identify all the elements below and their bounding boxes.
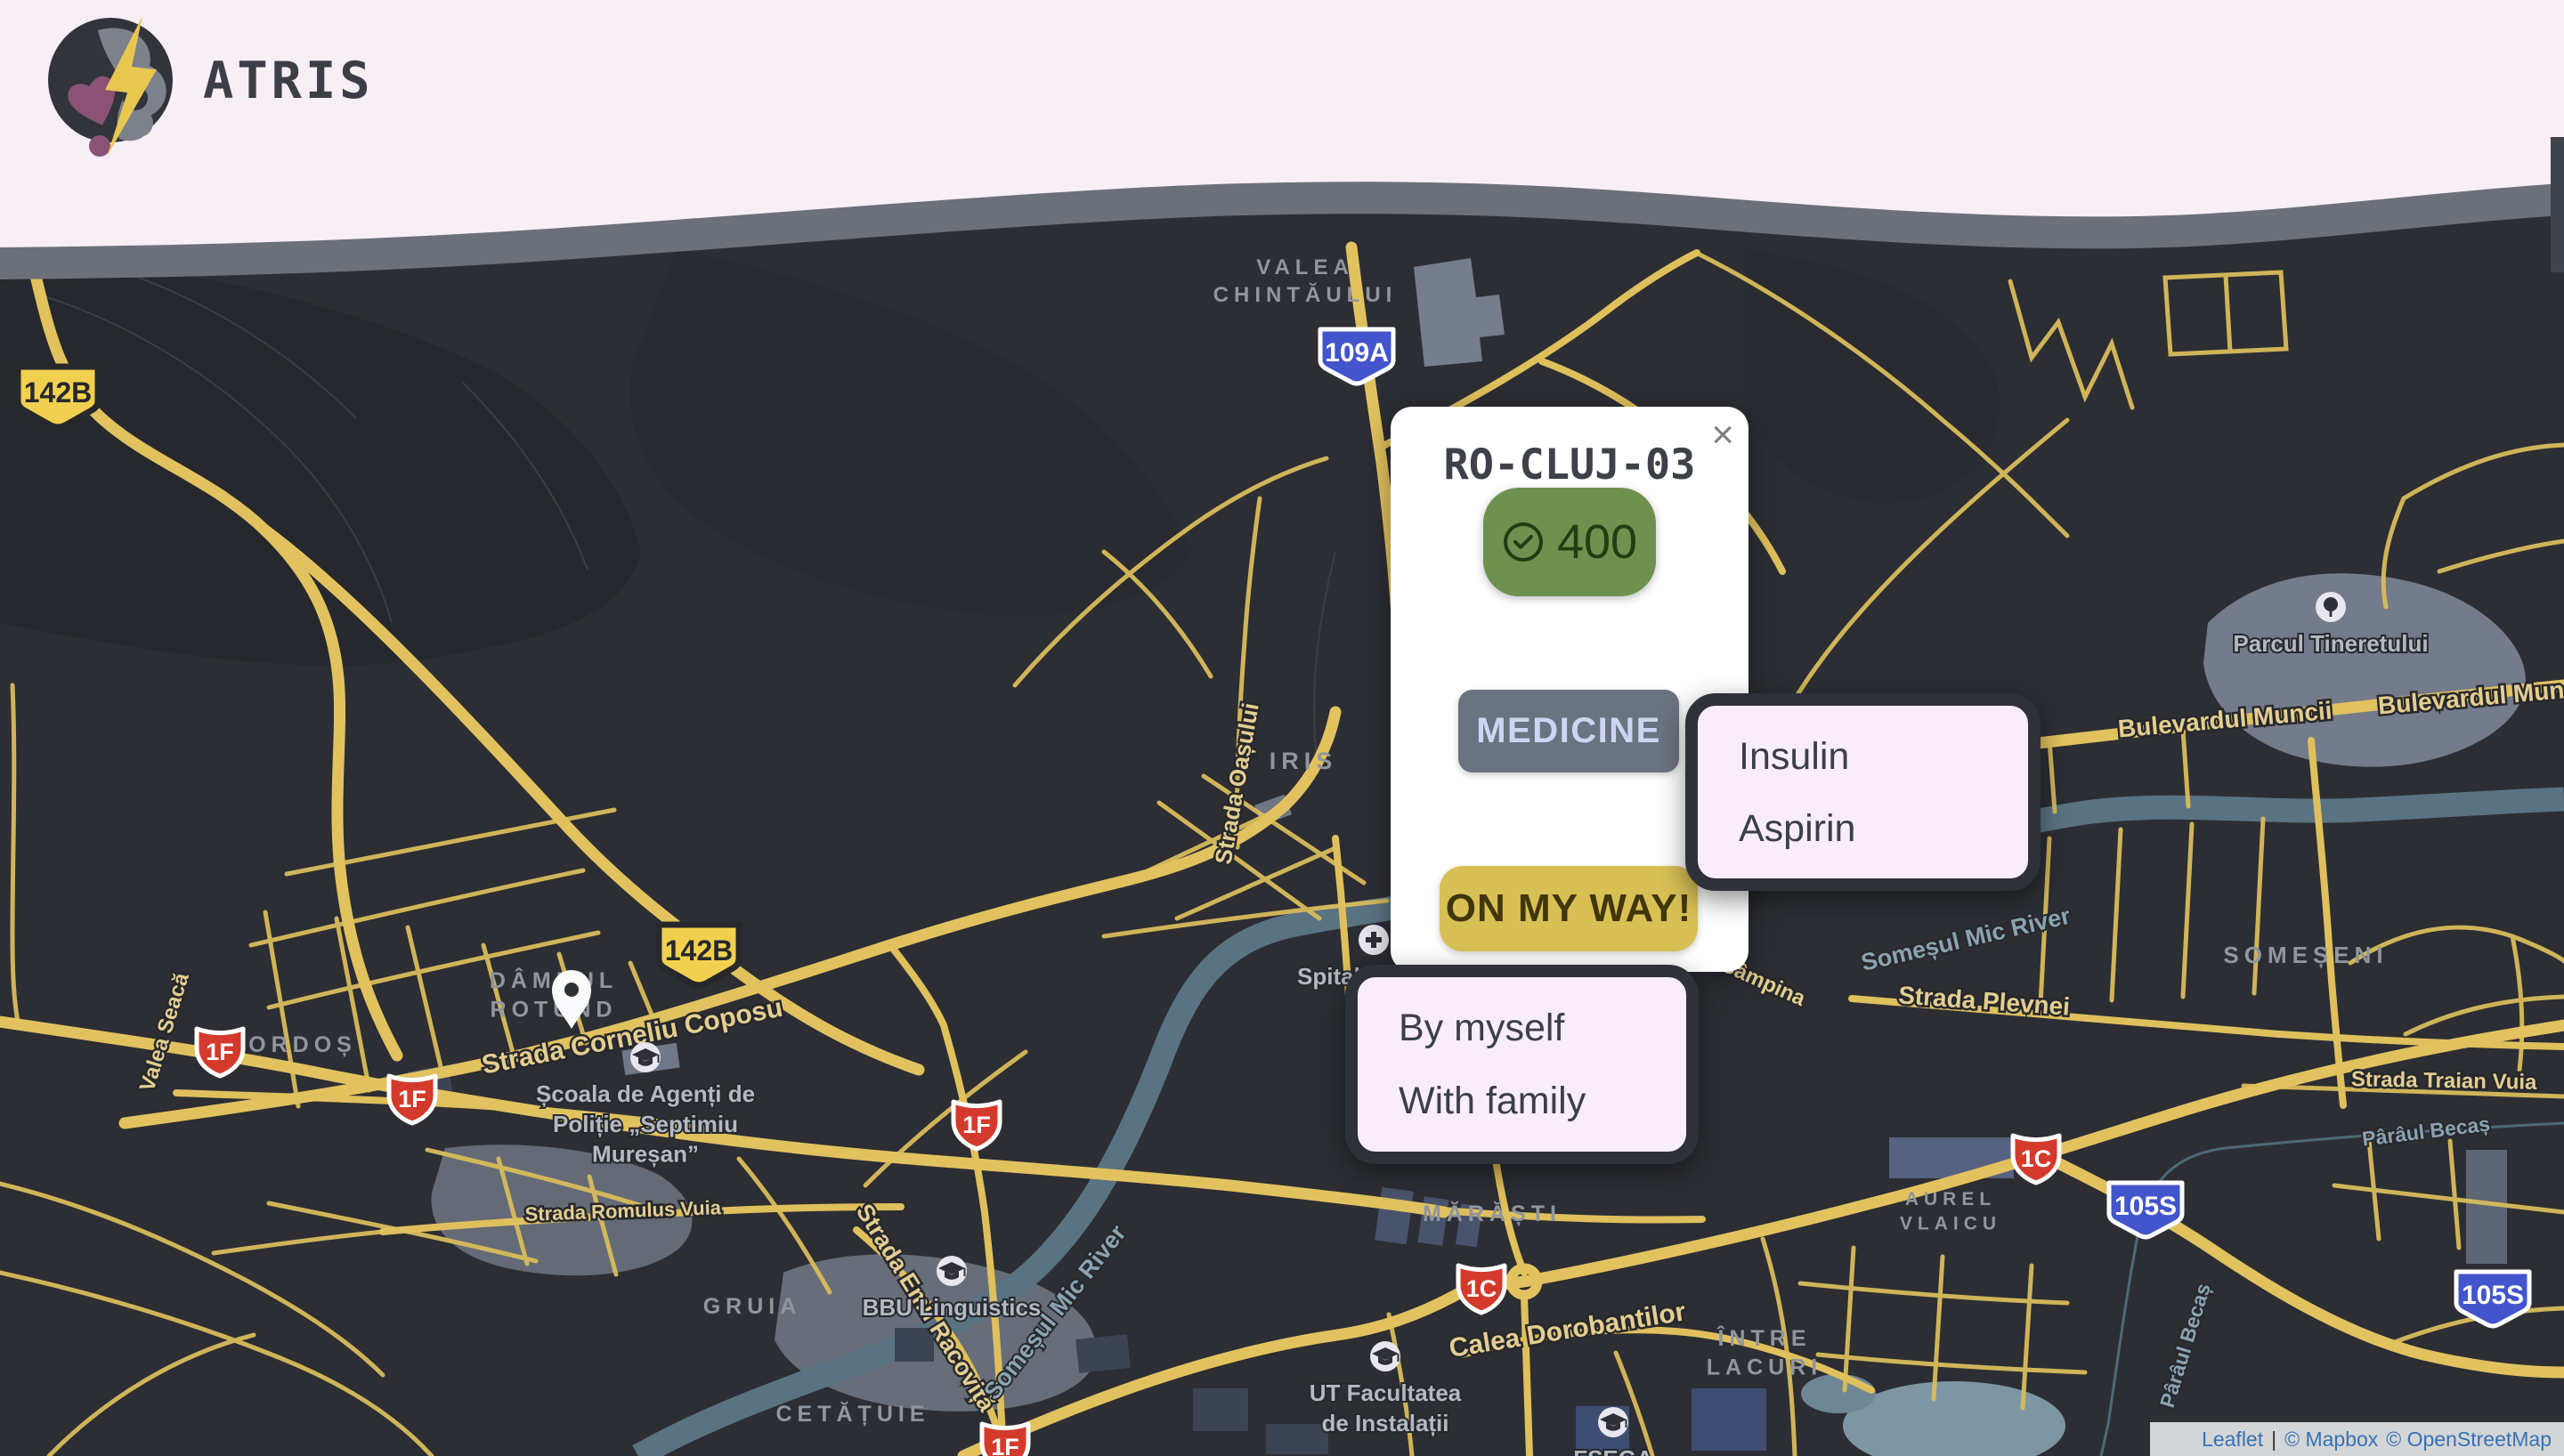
svg-text:105S: 105S [2462, 1281, 2524, 1310]
station-popup: × RO-CLUJ-03 400 MEDICINE ON MY WAY! [1391, 407, 1749, 972]
map-attribution: Leaflet | © Mapbox © OpenStreetMap [2150, 1422, 2564, 1456]
poi-label: BBU Linguistics [863, 1294, 1042, 1321]
svg-text:142B: 142B [24, 376, 93, 408]
leaflet-link[interactable]: Leaflet [2202, 1428, 2263, 1452]
mapbox-link[interactable]: © Mapbox [2284, 1428, 2378, 1452]
district-label: IRIS [1270, 748, 1338, 774]
poi-graduation-cap-icon[interactable] [630, 1042, 661, 1072]
svg-text:1C: 1C [1466, 1275, 1497, 1302]
scrollbar-thumb[interactable] [2551, 137, 2564, 272]
medicine-menu: Insulin Aspirin [1685, 693, 2041, 891]
svg-text:109A: 109A [1325, 338, 1389, 368]
capacity-badge[interactable]: 400 [1483, 488, 1656, 596]
check-circle-icon [1502, 521, 1545, 563]
svg-text:1F: 1F [962, 1112, 991, 1138]
district-label: GRUIA [703, 1294, 802, 1319]
station-title: RO-CLUJ-03 [1391, 441, 1749, 489]
district-label: SOMEȘENI [2223, 942, 2388, 968]
on-my-way-button[interactable]: ON MY WAY! [1440, 866, 1698, 951]
poi-label: Parcul Tineretului [2233, 630, 2428, 657]
street-label: Strada Traian Vuia [2351, 1067, 2538, 1095]
district-label: CORDOȘ [227, 1032, 357, 1057]
menu-item-insulin[interactable]: Insulin [1698, 728, 2028, 785]
poi-park-icon[interactable] [2316, 592, 2346, 622]
capacity-value: 400 [1557, 514, 1637, 570]
menu-item-by-myself[interactable]: By myself [1358, 999, 1686, 1056]
district-label: MĂRĂȘTI [1423, 1201, 1562, 1226]
map-canvas[interactable]: VALEACHINTĂULUIDÂMBULROTUNDIRISCORDOȘGRU… [0, 0, 2564, 1456]
svg-text:105S: 105S [2114, 1192, 2177, 1221]
osm-link[interactable]: © OpenStreetMap [2386, 1428, 2552, 1452]
ukraine-flag-icon [2164, 1429, 2194, 1449]
svg-text:142B: 142B [665, 934, 734, 967]
svg-text:1F: 1F [206, 1039, 234, 1065]
poi-label: FSEGA [1573, 1445, 1653, 1456]
road-shield: 1F [982, 1424, 1028, 1456]
menu-item-aspirin[interactable]: Aspirin [1698, 800, 2028, 857]
menu-item-with-family[interactable]: With family [1358, 1072, 1686, 1129]
medicine-button[interactable]: MEDICINE [1458, 690, 1679, 772]
poi-graduation-cap-icon[interactable] [937, 1256, 967, 1286]
attribution-separator: | [2271, 1428, 2276, 1452]
svg-text:1F: 1F [991, 1434, 1019, 1456]
svg-text:1C: 1C [2021, 1145, 2052, 1172]
svg-text:1F: 1F [398, 1086, 426, 1112]
poi-hospital-icon[interactable] [1359, 925, 1389, 955]
poi-graduation-cap-icon[interactable] [1370, 1341, 1400, 1371]
district-label: CETĂȚUIE [776, 1401, 930, 1427]
companion-menu: By myself With family [1345, 965, 1699, 1164]
poi-graduation-cap-icon[interactable] [1598, 1407, 1628, 1437]
